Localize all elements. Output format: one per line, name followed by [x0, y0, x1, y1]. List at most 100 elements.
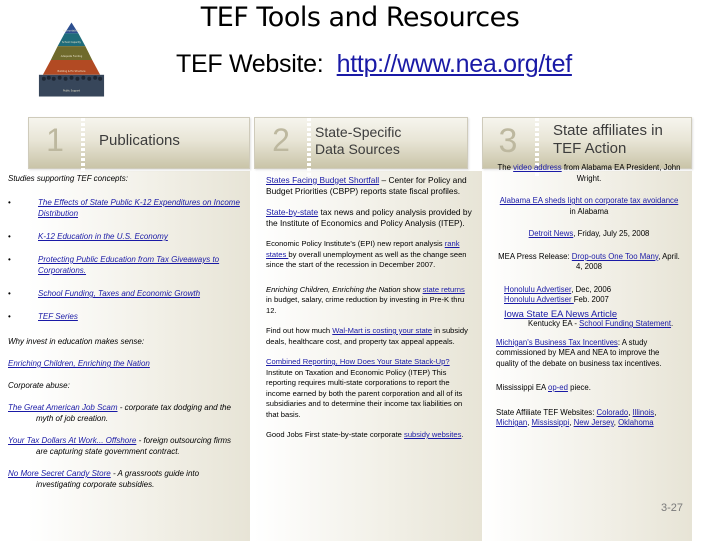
paragraph-text: in Alabama [569, 206, 609, 216]
website-line: TEF Website: http://www.nea.org/tef [176, 50, 572, 79]
list-item: • The Effects of State Public K-12 Expend… [8, 197, 244, 219]
pyramid-tier-label: Adequate Funding [61, 55, 83, 58]
list-item: • Protecting Public Education from Tax Gi… [8, 254, 244, 276]
abuse-item: No More Secret Candy Store - A grassroot… [8, 468, 244, 490]
enriching-children-link[interactable]: Enriching Children, Enriching the Nation [8, 359, 150, 368]
paragraph-text: from Alabama EA President, John Wright. [561, 163, 681, 183]
list-item: • K-12 Education in the U.S. Economy [8, 231, 244, 242]
bullet-icon: • [8, 312, 11, 321]
budget-shortfall-link[interactable]: States Facing Budget Shortfall [266, 175, 379, 185]
pyramid-tier-label: Building & Fin Structure [58, 70, 87, 73]
publications-column: 1 Publications Studies supporting TEF co… [8, 117, 250, 541]
section-number: 2 [272, 122, 290, 158]
iowa-state-link[interactable]: Iowa State EA News Article [504, 308, 617, 319]
paragraph-text: by overall unemployment as well as the c… [266, 249, 467, 270]
video-address-link[interactable]: video address [513, 163, 562, 172]
paragraph-text: show [400, 284, 423, 294]
publication-link[interactable]: K-12 Education in the U.S. Economy [38, 231, 244, 242]
paragraph-text: Kentucky EA - [528, 319, 580, 328]
school-funding-statement-link[interactable]: School Funding Statement [579, 319, 671, 328]
data-sources-column: 2 State-Specific Data Sources States Fac… [254, 117, 484, 541]
paragraph-text: Find out how much [266, 326, 333, 335]
section-number: 1 [46, 122, 64, 158]
corporate-abuse-label: Corporate abuse: [8, 381, 70, 390]
state-affiliates-column: 3 State affiliates in TEF Action The vid… [482, 117, 692, 541]
paragraph-text: MEA Press Release: [498, 251, 572, 261]
honolulu-advertiser-link[interactable]: Honolulu Advertiser [504, 295, 574, 304]
paragraph-text: piece. [567, 383, 591, 392]
paragraph-text: Enriching Children, Enriching the Nation [266, 284, 401, 294]
abuse-item: Your Tax Dollars At Work... Offshore - f… [8, 435, 244, 457]
paragraph-text: , Friday, July 25, 2008 [573, 229, 650, 238]
bullet-icon: • [8, 198, 11, 207]
list-item: • TEF Series [8, 311, 244, 322]
section-number: 3 [498, 122, 518, 160]
dotted-divider [307, 118, 311, 176]
offshore-link[interactable]: Your Tax Dollars At Work... Offshore [8, 436, 136, 445]
paragraph-text: in budget, salary, crime reduction by in… [266, 295, 465, 315]
heading-line: State-Specific [315, 124, 402, 140]
data-sources-body: States Facing Budget Shortfall – Center … [266, 175, 472, 451]
detroit-news-link[interactable]: Detroit News [529, 229, 574, 238]
new-jersey-link[interactable]: New Jersey [574, 418, 614, 427]
publications-header: 1 Publications [28, 117, 250, 176]
kentucky-item: Kentucky EA - School Funding Statement. [496, 319, 682, 330]
why-invest-label: Why invest in education makes sense: [8, 337, 145, 346]
paragraph-text: Feb. 2007 [573, 295, 609, 304]
website-label: TEF Website: [176, 50, 324, 78]
heading-line: TEF Action [553, 140, 627, 157]
state-by-state-link[interactable]: State-by-state [266, 207, 318, 217]
paragraph-text: . [461, 430, 464, 439]
subsidy-websites-link[interactable]: subsidy websites [404, 430, 461, 439]
heading-line: State affiliates in [553, 122, 663, 139]
bullet-icon: • [8, 232, 11, 241]
paragraph-text: State Affiliate TEF Websites: [496, 407, 597, 417]
pyramid-tier-label: School Capacity [62, 41, 81, 44]
data-sources-header: 2 State-Specific Data Sources [254, 117, 468, 176]
bullet-icon: • [8, 289, 11, 298]
candy-store-link[interactable]: No More Secret Candy Store [8, 469, 111, 478]
alabama-ea-link[interactable]: Alabama EA sheds light on corporate tax … [500, 196, 679, 205]
abuse-item: The Great American Job Scam - corporate … [8, 402, 244, 424]
walmart-link[interactable]: Wal-Mart is costing your state [332, 326, 432, 335]
mississippi-link[interactable]: Mississippi [532, 418, 570, 427]
paragraph-text: Mississippi EA [496, 383, 548, 392]
paragraph-text: The [497, 163, 514, 172]
section-heading: State affiliates in TEF Action [553, 122, 663, 158]
publications-body: Studies supporting TEF concepts: • The Ef… [8, 173, 244, 501]
state-affiliates-header: 3 State affiliates in TEF Action [482, 117, 692, 176]
page-number: 3-27 [661, 502, 684, 514]
intro-text: Studies supporting TEF concepts: [8, 174, 128, 183]
pyramid-tier-label: Public Support [63, 90, 80, 93]
paragraph-text: Good Jobs First state-by-state corporate [266, 430, 405, 439]
website-url-link[interactable]: http://www.nea.org/tef [337, 50, 573, 78]
honolulu-items: Honolulu Advertiser, Dec, 2006 Honolulu … [496, 285, 682, 320]
list-item: • School Funding, Taxes and Economic Grow… [8, 288, 244, 299]
publication-link[interactable]: TEF Series [38, 311, 244, 322]
state-returns-link[interactable]: state returns [423, 285, 465, 294]
paragraph-text: Economic Policy Institute's (EPI) new re… [266, 239, 445, 248]
illinois-link[interactable]: Illinois [633, 408, 655, 417]
section-heading: Publications [99, 132, 180, 149]
publication-link[interactable]: Protecting Public Education from Tax Giv… [38, 254, 244, 276]
combined-reporting-link[interactable]: Combined Reporting, How Does Your State … [266, 357, 450, 366]
michigan-link[interactable]: Michigan [496, 418, 527, 427]
dotted-divider [81, 118, 85, 176]
state-affiliates-body: The video address from Alabama EA Presid… [496, 163, 682, 427]
paragraph-text: Institute on Taxation and Economic Polic… [266, 367, 463, 419]
section-heading: State-Specific Data Sources [315, 124, 401, 158]
paragraph-text: , Dec, 2006 [571, 284, 612, 294]
op-ed-link[interactable]: op-ed [548, 383, 568, 392]
heading-line: Data Sources [315, 141, 400, 157]
bullet-icon: • [8, 255, 11, 264]
oklahoma-link[interactable]: Oklahoma [618, 418, 654, 427]
job-scam-link[interactable]: The Great American Job Scam [8, 403, 118, 412]
slide-title: TEF Tools and Resources [200, 2, 520, 33]
dropouts-link[interactable]: Drop-outs One Too Many [572, 252, 658, 261]
paragraph-text: . [671, 319, 674, 328]
michigan-incentives-link[interactable]: Michigan's Business Tax Incentives [496, 338, 618, 347]
honolulu-advertiser-link[interactable]: Honolulu Advertiser [504, 285, 571, 294]
colorado-link[interactable]: Colorado [597, 408, 629, 417]
publication-link[interactable]: The Effects of State Public K-12 Expendi… [38, 197, 244, 219]
publication-link[interactable]: School Funding, Taxes and Economic Growt… [38, 288, 244, 299]
